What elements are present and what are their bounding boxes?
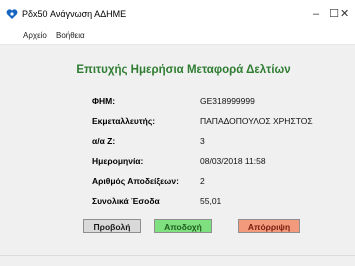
field-value: 2 <box>200 176 205 186</box>
field-value: 3 <box>200 136 205 146</box>
field-label: Συνολικά Έσοδα <box>92 196 160 206</box>
menu-bar: Αρχείο Βοήθεια <box>0 28 355 45</box>
field-value: GE318999999 <box>200 96 255 106</box>
close-button[interactable]: ✕ <box>340 5 355 23</box>
menu-file[interactable]: Αρχείο <box>23 31 47 40</box>
accept-button[interactable]: Αποδοχή <box>154 219 212 233</box>
field-value: ΠΑΠΑΔΟΠΟΥΛΟΣ ΧΡΗΣΤΟΣ <box>200 116 313 126</box>
window-title: Pδx50 Ανάγνωση ΑΔΗΜΕ <box>22 9 127 19</box>
field-value: 55,01 <box>200 196 222 206</box>
field-label: ΦΗΜ: <box>92 96 116 106</box>
app-heart-icon <box>6 9 18 19</box>
field-label: Ημερομηνία: <box>92 156 144 166</box>
field-value: 08/03/2018 11:58 <box>200 156 266 166</box>
title-bar: Pδx50 Ανάγνωση ΑΔΗΜΕ – ☐ ✕ <box>0 0 355 28</box>
status-bar <box>0 255 355 266</box>
field-label: Αριθμός Αποδείξεων: <box>92 176 179 186</box>
reject-button[interactable]: Απόρριψη <box>238 219 300 233</box>
field-label: α/α Ζ: <box>92 136 116 146</box>
preview-button[interactable]: Προβολή <box>83 219 141 233</box>
menu-help[interactable]: Βοήθεια <box>56 31 85 40</box>
success-heading: Επιτυχής Ημερήσια Μεταφορά Δελτίων <box>76 64 291 76</box>
field-label: Εκμεταλλευτής: <box>92 116 156 126</box>
